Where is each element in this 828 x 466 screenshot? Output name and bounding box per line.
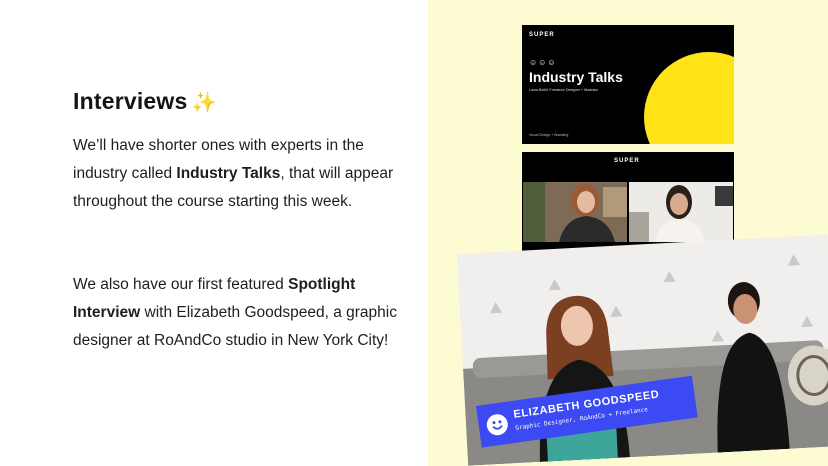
- smiley-icons: ☺☺☺: [529, 58, 557, 67]
- video-feed-left: [523, 182, 627, 242]
- yellow-circle: [644, 52, 734, 144]
- paragraph1-bold: Industry Talks: [176, 165, 281, 182]
- super-logo: SUPER: [529, 32, 555, 38]
- industry-talks-slide: SUPER ☺☺☺ Industry Talks Laura Bottili: …: [522, 25, 734, 144]
- slide-subtitle: Laura Bottili: Freelance Designer + Illu…: [529, 88, 599, 92]
- paragraph2-text-start: We also have our first featured: [73, 276, 289, 293]
- sparkles-icon: ✨: [191, 92, 217, 114]
- slide-title: Industry Talks: [529, 69, 623, 85]
- paragraph-spotlight: We also have our first featured Spotligh…: [73, 271, 403, 355]
- super-logo: SUPER: [614, 158, 640, 164]
- video-feed-right: [629, 182, 733, 242]
- title-text: Interviews: [73, 88, 188, 114]
- paragraph-industry-talks: We’ll have shorter ones with experts in …: [73, 132, 403, 216]
- slide-footer: Visual Design + Branding: [529, 133, 569, 137]
- smiley-face-icon: [485, 412, 510, 437]
- page-title: Interviews ✨: [73, 88, 217, 115]
